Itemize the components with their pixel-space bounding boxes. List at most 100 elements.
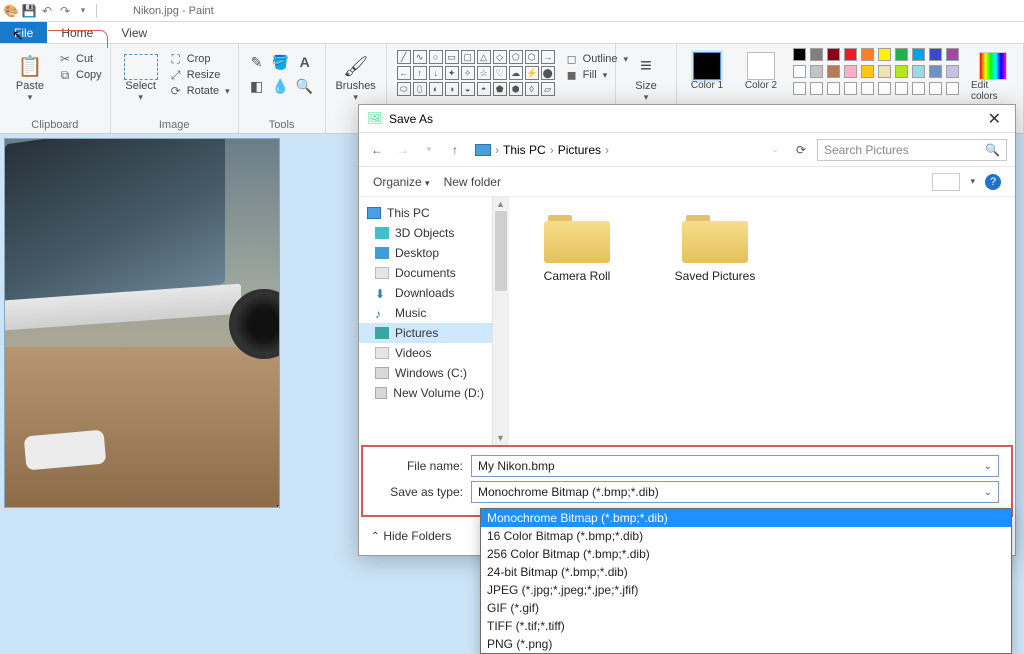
tab-view[interactable]: View — [107, 22, 161, 43]
color1-label: Color 1 — [691, 80, 723, 91]
tree-node-cdrive[interactable]: Windows (C:) — [359, 363, 492, 383]
tree-node-pictures[interactable]: Pictures — [359, 323, 492, 343]
select-label: Select — [125, 80, 156, 92]
type-option[interactable]: PNG (*.png) — [481, 635, 1011, 653]
fillbucket-icon: ◼ — [565, 68, 579, 82]
back-button[interactable]: ← — [367, 140, 387, 160]
resize-button[interactable]: ⤢Resize — [169, 68, 230, 82]
folder-savedpictures[interactable]: Saved Pictures — [665, 211, 765, 283]
divider — [96, 4, 97, 18]
chevron-down-icon[interactable]: ⌄ — [984, 461, 992, 472]
tree-scrollbar[interactable] — [493, 197, 509, 445]
chevron-down-icon: ▾ — [225, 86, 230, 97]
rotate-button[interactable]: ⟳Rotate▾ — [169, 84, 230, 98]
title-bar: 🎨 💾 ↶ ↷ ▾ Nikon.jpg - Paint — [0, 0, 1024, 22]
document-icon — [375, 267, 389, 279]
crumb-pictures[interactable]: Pictures — [558, 143, 601, 157]
pencil-icon[interactable]: ✎ — [247, 52, 267, 72]
folder-label: Saved Pictures — [675, 269, 756, 283]
saveastype-label: Save as type: — [375, 485, 463, 499]
breadcrumb[interactable]: › This PC › Pictures › — [475, 143, 609, 157]
type-option[interactable]: Monochrome Bitmap (*.bmp;*.dib) — [481, 509, 1011, 527]
filename-input[interactable]: My Nikon.bmp ⌄ — [471, 455, 999, 477]
text-icon[interactable]: A — [295, 52, 315, 72]
fill-icon[interactable]: 🪣 — [271, 52, 291, 72]
type-option[interactable]: 256 Color Bitmap (*.bmp;*.dib) — [481, 545, 1011, 563]
drive-icon — [375, 367, 389, 379]
up-button[interactable]: ↑ — [445, 140, 465, 160]
tab-file[interactable]: File — [0, 22, 47, 43]
color-palette[interactable] — [793, 48, 961, 97]
close-button[interactable]: ✕ — [982, 109, 1007, 129]
crumb-thispc[interactable]: This PC — [503, 143, 546, 157]
chevron-down-icon[interactable]: ⌄ — [984, 487, 992, 498]
search-input[interactable]: Search Pictures 🔍 — [817, 139, 1007, 161]
type-option[interactable]: JPEG (*.jpg;*.jpeg;*.jpe;*.jfif) — [481, 581, 1011, 599]
saveastype-select[interactable]: Monochrome Bitmap (*.bmp;*.dib) ⌄ — [471, 481, 999, 503]
tree-node-documents[interactable]: Documents — [359, 263, 492, 283]
tree-node-downloads[interactable]: ⬇Downloads — [359, 283, 492, 303]
eraser-icon[interactable]: ◧ — [247, 76, 267, 96]
type-option[interactable]: 24-bit Bitmap (*.bmp;*.dib) — [481, 563, 1011, 581]
tab-home[interactable]: Home — [47, 22, 107, 43]
size-label: Size — [635, 80, 656, 92]
color1-button[interactable]: Color 1 — [685, 48, 729, 91]
tree-node-desktop[interactable]: Desktop — [359, 243, 492, 263]
resize-handle[interactable] — [277, 505, 280, 508]
refresh-button[interactable]: ⟳ — [791, 140, 811, 160]
tree-node-thispc[interactable]: This PC — [359, 203, 492, 223]
paste-button[interactable]: 📋 Paste ▾ — [8, 48, 52, 103]
tree-node-3dobjects[interactable]: 3D Objects — [359, 223, 492, 243]
resize-label: Resize — [187, 69, 221, 81]
size-icon: ≡ — [632, 52, 660, 80]
saveastype-dropdown[interactable]: Monochrome Bitmap (*.bmp;*.dib) 16 Color… — [480, 508, 1012, 654]
shapes-gallery[interactable]: ╱∿○▭▢△◇⬠⬡→ ←↑↓✦✧☆♡☁⚡⬤ ⬭⬯◐◑◒◓⬟⬢◊▱ — [395, 48, 557, 98]
address-dropdown-icon[interactable]: ⌄ — [765, 140, 785, 160]
qat-dropdown-icon[interactable]: ▾ — [76, 4, 90, 18]
forward-button[interactable]: → — [393, 140, 413, 160]
chevron-down-icon: ▾ — [138, 92, 143, 103]
type-option[interactable]: GIF (*.gif) — [481, 599, 1011, 617]
canvas[interactable] — [4, 138, 280, 508]
folder-tree: This PC 3D Objects Desktop Documents ⬇Do… — [359, 197, 493, 445]
tree-node-ddrive[interactable]: New Volume (D:) — [359, 383, 492, 403]
type-option[interactable]: TIFF (*.tif;*.tiff) — [481, 617, 1011, 635]
drive-icon — [375, 387, 387, 399]
color2-button[interactable]: Color 2 — [739, 48, 783, 91]
scissors-icon: ✂ — [58, 52, 72, 66]
size-button[interactable]: ≡ Size ▾ — [624, 48, 668, 103]
type-option[interactable]: 16 Color Bitmap (*.bmp;*.dib) — [481, 527, 1011, 545]
clipboard-group-label: Clipboard — [8, 117, 102, 131]
folder-view[interactable]: Camera Roll Saved Pictures — [509, 197, 1015, 445]
select-button[interactable]: Select ▾ — [119, 48, 163, 103]
magnifier-icon[interactable]: 🔍 — [295, 76, 315, 96]
view-button[interactable] — [932, 173, 960, 191]
crop-button[interactable]: ⛶Crop — [169, 52, 230, 66]
brushes-button[interactable]: 🖌 Brushes ▾ — [334, 48, 378, 103]
help-button[interactable]: ? — [985, 174, 1001, 190]
ribbon-group-clipboard: 📋 Paste ▾ ✂Cut ⧉Copy Clipboard — [0, 44, 111, 133]
tree-node-videos[interactable]: Videos — [359, 343, 492, 363]
redo-icon[interactable]: ↷ — [58, 4, 72, 18]
folder-cameraroll[interactable]: Camera Roll — [527, 211, 627, 283]
undo-icon[interactable]: ↶ — [40, 4, 54, 18]
tree-node-music[interactable]: ♪Music — [359, 303, 492, 323]
recent-dropdown-icon[interactable]: ▾ — [419, 140, 439, 160]
save-icon[interactable]: 💾 — [22, 4, 36, 18]
window-title: Nikon.jpg - Paint — [133, 5, 214, 17]
copy-button[interactable]: ⧉Copy — [58, 68, 102, 82]
edit-colors-button[interactable]: Edit colors — [971, 48, 1015, 102]
dialog-body: This PC 3D Objects Desktop Documents ⬇Do… — [359, 197, 1015, 445]
hide-folders-button[interactable]: ⌃ Hide Folders — [371, 529, 451, 543]
cut-button[interactable]: ✂Cut — [58, 52, 102, 66]
chevron-down-icon[interactable]: ▾ — [970, 176, 975, 187]
organize-button[interactable]: Organize ▾ — [373, 175, 430, 189]
quick-access-toolbar: 🎨 💾 ↶ ↷ ▾ — [4, 4, 90, 18]
edit-colors-label: Edit colors — [971, 80, 1015, 102]
chevron-down-icon: ▾ — [353, 92, 358, 103]
newfolder-button[interactable]: New folder — [444, 175, 501, 189]
folder-icon — [682, 211, 748, 263]
picker-icon[interactable]: 💧 — [271, 76, 291, 96]
search-icon: 🔍 — [985, 143, 1000, 157]
rotate-label: Rotate — [187, 85, 219, 97]
